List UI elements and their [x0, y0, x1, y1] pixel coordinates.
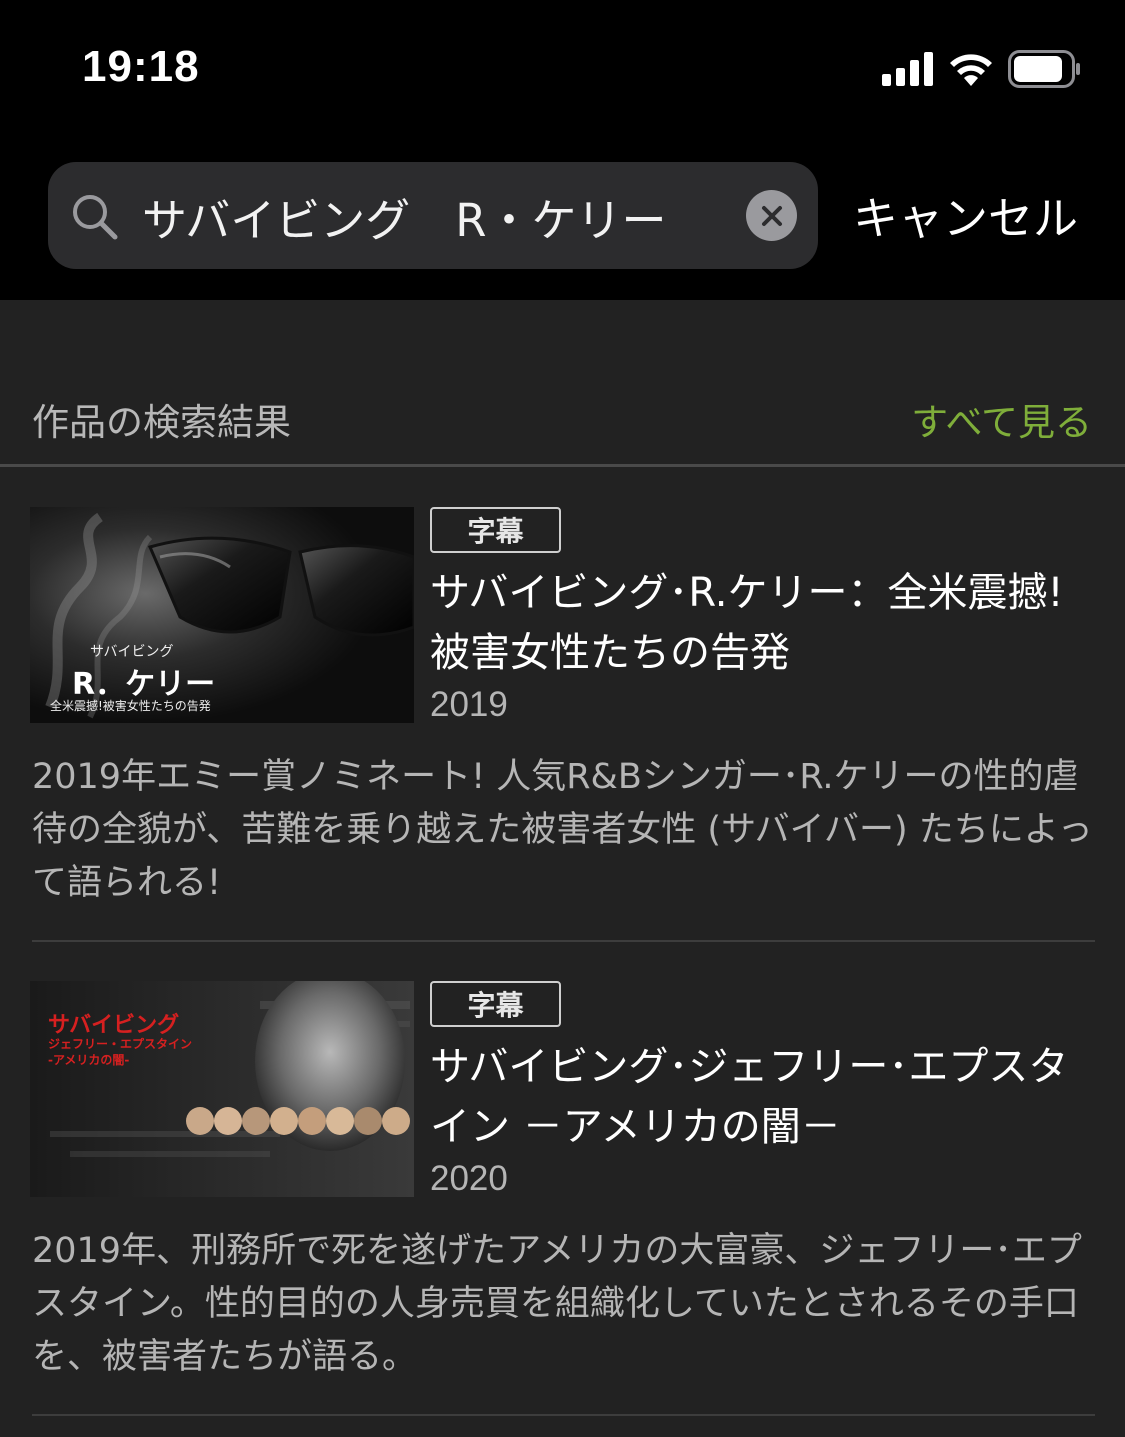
section-header: 作品の検索結果 すべて見る	[0, 300, 1125, 466]
result-description: 2019年エミー賞ノミネート! 人気R&Bシンガー･R.ケリーの性的虐待の全貌が…	[32, 757, 1093, 903]
result-item-2[interactable]: サバイビング ジェフリー・エプスタイン -アメリカの闇- 字幕 サバイビング･ジ…	[0, 981, 1125, 1416]
result-divider	[32, 1414, 1095, 1416]
search-icon	[73, 195, 118, 240]
wifi-icon	[950, 54, 992, 86]
clear-search-button[interactable]	[746, 190, 797, 241]
result-title[interactable]: サバイビング･R.ケリー：全米震撼!被害女性たちの告発	[430, 563, 1100, 683]
result-item-1[interactable]: サバイビング R．ケリー 全米震撼!被害女性たちの告発 字幕 サバイビング･R.…	[0, 507, 1125, 942]
status-bar: 19:18	[0, 0, 1125, 140]
subtitle-badge: 字幕	[430, 507, 561, 553]
clear-icon	[761, 205, 782, 226]
status-time: 19:18	[82, 42, 200, 91]
thumbnail-caption-3: -アメリカの闇-	[48, 1053, 130, 1067]
thumbnail-caption-1: サバイビング	[90, 644, 174, 660]
thumbnail-caption-3: 全米震撼!被害女性たちの告発	[50, 699, 211, 713]
result-description: 2019年、刑務所で死を遂げたアメリカの大富豪、ジェフリー･エプスタイン。性的目…	[32, 1231, 1082, 1377]
search-input[interactable]: サバイビング R・ケリー	[48, 162, 818, 269]
result-year: 2020	[430, 1159, 508, 1198]
search-query-text[interactable]: サバイビング R・ケリー	[142, 184, 666, 249]
cellular-signal-icon	[882, 52, 933, 86]
section-divider	[0, 464, 1125, 467]
result-divider	[32, 940, 1095, 942]
see-all-link[interactable]: すべて見る	[911, 392, 1092, 446]
search-header: サバイビング R・ケリー キャンセル	[0, 140, 1125, 300]
thumbnail-caption-2: ジェフリー・エプスタイン	[48, 1037, 193, 1051]
battery-icon	[1008, 50, 1080, 88]
subtitle-badge: 字幕	[430, 981, 561, 1027]
thumbnail-image[interactable]: サバイビング R．ケリー 全米震撼!被害女性たちの告発	[30, 507, 414, 723]
result-title[interactable]: サバイビング･ジェフリー･エプスタイン －アメリカの闇－	[430, 1037, 1100, 1157]
result-year: 2019	[430, 685, 508, 724]
thumbnail-image[interactable]: サバイビング ジェフリー・エプスタイン -アメリカの闇-	[30, 981, 414, 1197]
cancel-button[interactable]: キャンセル	[853, 182, 1078, 247]
section-title: 作品の検索結果	[32, 401, 291, 444]
